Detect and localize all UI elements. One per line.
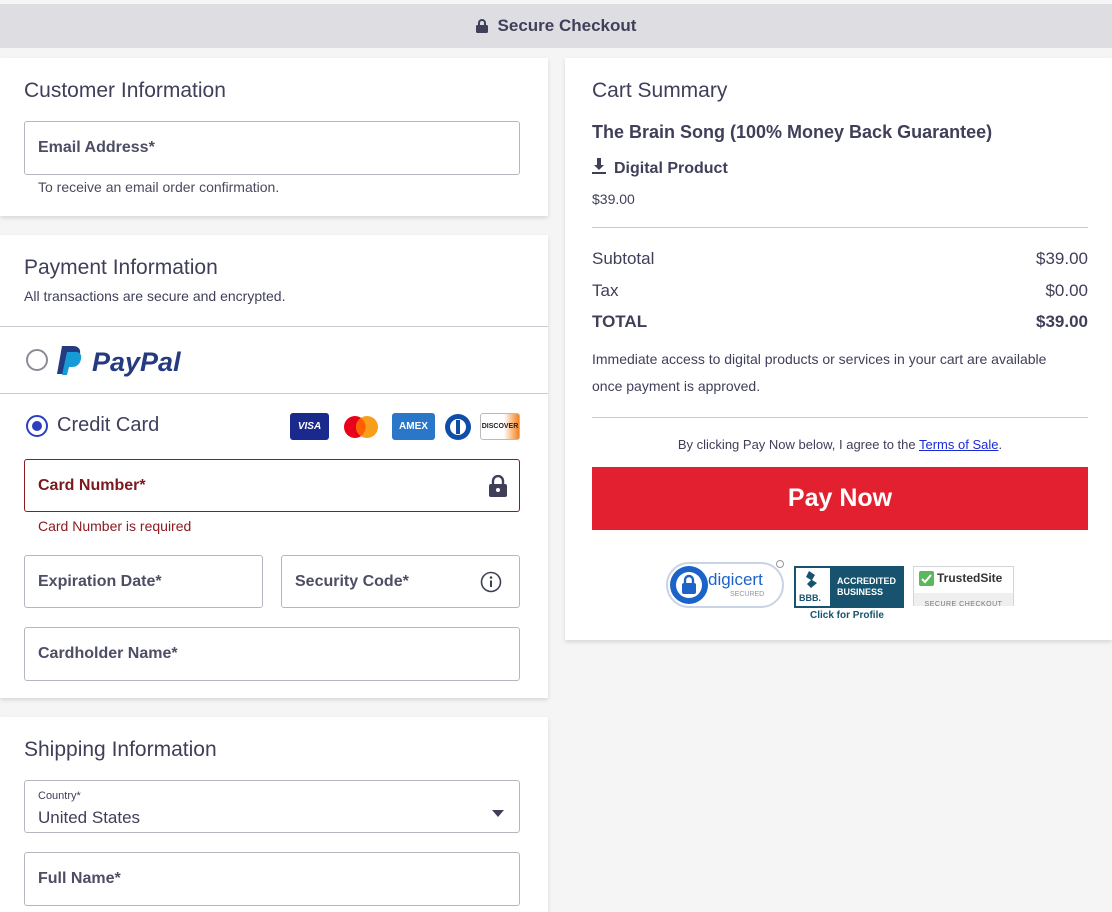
tax-value: $0.00 xyxy=(1045,281,1088,300)
checkmark-icon xyxy=(919,571,934,591)
email-field[interactable]: Email Address* xyxy=(24,121,520,175)
card-number-error: Card Number is required xyxy=(38,518,192,534)
paypal-label: PayPal xyxy=(92,347,181,377)
payment-information-title: Payment Information xyxy=(24,256,218,279)
bbb-line1: ACCREDITED xyxy=(837,576,897,586)
security-code-field[interactable]: Security Code* xyxy=(281,555,520,608)
card-number-label: Card Number* xyxy=(38,476,146,494)
payment-divider-top xyxy=(0,326,548,327)
terms-agreement-suffix: . xyxy=(998,437,1003,452)
expiration-date-label: Expiration Date* xyxy=(38,572,162,590)
email-hint: To receive an email order confirmation. xyxy=(38,179,280,195)
product-type-label: Digital Product xyxy=(614,159,728,177)
payment-information-subtitle: All transactions are secure and encrypte… xyxy=(24,288,286,304)
terms-agreement-text: By clicking Pay Now below, I agree to th… xyxy=(677,437,916,452)
diners-icon xyxy=(443,413,473,440)
chevron-down-icon xyxy=(492,804,504,822)
product-name: The Brain Song (100% Money Back Guarante… xyxy=(592,122,993,142)
paypal-icon xyxy=(56,344,86,381)
terms-of-sale-link[interactable]: Terms of Sale xyxy=(919,437,998,452)
total-value: $39.00 xyxy=(1036,312,1088,331)
paypal-radio[interactable] xyxy=(26,349,48,371)
visa-icon: VISA xyxy=(290,413,329,440)
card-number-field[interactable]: Card Number* xyxy=(24,459,520,512)
paypal-logo[interactable]: PayPal xyxy=(56,344,181,381)
tax-row: Tax $0.00 xyxy=(592,281,1088,301)
amex-label: AMEX xyxy=(399,421,428,432)
total-label: TOTAL xyxy=(592,312,648,331)
full-name-label: Full Name* xyxy=(38,870,121,887)
bbb-logo: BBB. xyxy=(796,568,830,606)
digicert-badge[interactable]: digicert SECURED xyxy=(666,562,784,608)
cart-divider-top xyxy=(592,227,1088,228)
customer-information-title: Customer Information xyxy=(24,79,226,102)
trustedsite-sub-bar: SECURE CHECKOUT xyxy=(914,593,1013,608)
product-price: $39.00 xyxy=(592,191,635,207)
mastercard-icon xyxy=(340,413,382,440)
download-icon xyxy=(592,158,606,179)
country-select-label: Country* xyxy=(38,790,81,802)
subtotal-row: Subtotal $39.00 xyxy=(592,249,1088,269)
bbb-profile-link[interactable]: Click for Profile xyxy=(810,610,884,621)
pay-now-button[interactable]: Pay Now xyxy=(592,467,1088,530)
terms-agreement: By clicking Pay Now below, I agree to th… xyxy=(592,437,1088,452)
trustedsite-sub-label: SECURE CHECKOUT xyxy=(924,601,1003,608)
digicert-label: digicert xyxy=(708,570,763,589)
shipping-information-title: Shipping Information xyxy=(24,738,217,761)
security-code-label: Security Code* xyxy=(295,572,409,590)
total-row: TOTAL $39.00 xyxy=(592,312,1088,332)
amex-icon: AMEX xyxy=(392,413,435,440)
product-type: Digital Product xyxy=(592,158,728,179)
full-name-field[interactable]: Full Name* xyxy=(24,852,520,906)
cardholder-name-label: Cardholder Name* xyxy=(38,645,178,662)
bbb-mark: BBB. xyxy=(799,593,821,603)
cart-divider-bottom xyxy=(592,417,1088,418)
credit-card-radio[interactable] xyxy=(26,415,48,437)
trustedsite-badge[interactable]: TrustedSite SECURE CHECKOUT xyxy=(913,566,1014,608)
payment-divider-middle xyxy=(0,393,548,394)
cart-summary-title: Cart Summary xyxy=(592,79,728,102)
digicert-sub-label: SECURED xyxy=(730,591,765,598)
subtotal-value: $39.00 xyxy=(1036,249,1088,268)
country-select-value: United States xyxy=(38,808,141,827)
tax-label: Tax xyxy=(592,281,619,300)
bbb-badge[interactable]: BBB. ACCREDITED BUSINESS xyxy=(794,566,904,608)
discover-icon: DISCOVER xyxy=(480,413,520,440)
country-select[interactable]: Country* United States xyxy=(24,780,520,833)
expiration-date-field[interactable]: Expiration Date* xyxy=(24,555,263,608)
email-field-label: Email Address* xyxy=(38,139,155,156)
lock-icon xyxy=(489,474,507,502)
credit-card-label[interactable]: Credit Card xyxy=(57,414,159,437)
bbb-line2: BUSINESS xyxy=(837,587,884,597)
info-icon[interactable] xyxy=(480,571,502,598)
registered-mark-icon xyxy=(776,560,784,568)
padlock-icon xyxy=(669,565,709,610)
banner-title: Secure Checkout xyxy=(497,16,637,35)
secure-checkout-banner: Secure Checkout xyxy=(0,4,1112,48)
subtotal-label: Subtotal xyxy=(592,249,655,268)
cardholder-name-field[interactable]: Cardholder Name* xyxy=(24,627,520,681)
access-note: Immediate access to digital products or … xyxy=(592,351,1047,394)
trustedsite-label: TrustedSite xyxy=(937,571,1003,585)
lock-icon xyxy=(475,19,488,33)
